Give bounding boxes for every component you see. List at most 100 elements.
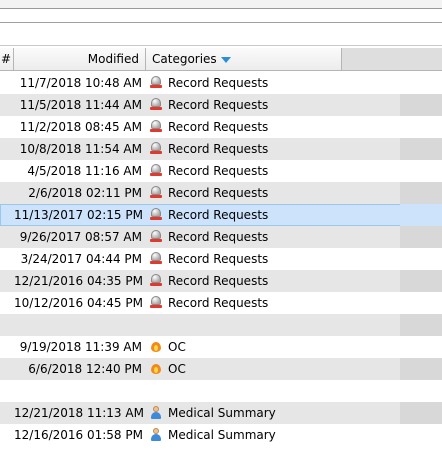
person-icon <box>150 428 162 441</box>
category-cell: Record Requests <box>150 72 400 94</box>
group-separator-row <box>0 380 442 402</box>
record-icon <box>150 120 162 133</box>
modified-cell: 12/21/2016 04:35 PM <box>14 274 143 288</box>
extra-cell <box>400 204 442 226</box>
table-row[interactable]: 9/26/2017 08:57 AM Record Requests <box>0 226 442 248</box>
modified-cell: 11/7/2018 10:48 AM <box>19 76 142 90</box>
extra-cell <box>400 380 442 402</box>
category-cell: Record Requests <box>150 182 400 204</box>
extra-cell <box>400 336 442 358</box>
column-header-categories-label: Categories <box>152 52 217 66</box>
category-cell: OC <box>150 336 400 358</box>
column-header-number[interactable]: # <box>0 48 14 70</box>
modified-cell: 12/16/2016 01:58 PM <box>14 428 143 442</box>
modified-cell: 4/5/2018 11:16 AM <box>27 164 142 178</box>
table-row[interactable]: 9/19/2018 11:39 AM OC <box>0 336 442 358</box>
extra-cell <box>400 226 442 248</box>
modified-cell: 6/6/2018 12:40 PM <box>28 362 142 376</box>
table-row[interactable]: 10/8/2018 11:54 AM Record Requests <box>0 138 442 160</box>
modified-cell: 12/21/2018 11:13 AM <box>14 406 144 420</box>
table-row[interactable]: 12/21/2018 11:13 AM Medical Summary <box>0 402 442 424</box>
modified-cell: 10/12/2016 04:45 PM <box>14 296 143 310</box>
modified-cell: 3/24/2017 04:44 PM <box>20 252 142 266</box>
extra-cell <box>400 402 442 424</box>
category-label: Record Requests <box>168 120 269 134</box>
column-header-modified[interactable]: Modified <box>14 48 146 70</box>
category-cell: Record Requests <box>150 292 400 314</box>
record-icon <box>150 76 162 89</box>
table-row[interactable]: 10/12/2016 04:45 PM Record Requests <box>0 292 442 314</box>
category-label: Record Requests <box>168 186 269 200</box>
record-icon <box>150 208 162 221</box>
message-list: 11/7/2018 10:48 AM Record Requests 11/5/20… <box>0 72 442 446</box>
modified-cell: 10/8/2018 11:54 AM <box>19 142 142 156</box>
modified-cell: 11/2/2018 08:45 AM <box>19 120 142 134</box>
modified-cell: 2/6/2018 02:11 PM <box>28 186 142 200</box>
sort-descending-icon <box>220 56 231 63</box>
table-row[interactable]: 11/2/2018 08:45 AM Record Requests <box>0 116 442 138</box>
modified-cell: 9/26/2017 08:57 AM <box>19 230 142 244</box>
category-cell: Medical Summary <box>150 424 400 446</box>
extra-cell <box>400 94 442 116</box>
category-label: Record Requests <box>168 164 269 178</box>
extra-cell <box>400 138 442 160</box>
category-label: Record Requests <box>168 142 269 156</box>
modified-cell: 9/19/2018 11:39 AM <box>19 340 142 354</box>
record-icon <box>150 296 162 309</box>
category-cell: Medical Summary <box>150 402 400 424</box>
person-icon <box>150 406 162 419</box>
record-icon <box>150 230 162 243</box>
category-label: OC <box>168 362 186 376</box>
table-row[interactable]: 6/6/2018 12:40 PM OC <box>0 358 442 380</box>
category-label: Record Requests <box>168 230 269 244</box>
modified-cell: 11/5/2018 11:44 AM <box>19 98 142 112</box>
extra-cell <box>400 292 442 314</box>
table-row[interactable]: 11/5/2018 11:44 AM Record Requests <box>0 94 442 116</box>
category-cell: Record Requests <box>150 160 400 182</box>
category-label: Record Requests <box>168 98 269 112</box>
toolbar-strip <box>0 0 442 9</box>
extra-cell <box>400 270 442 292</box>
record-icon <box>150 98 162 111</box>
category-cell: Record Requests <box>150 226 400 248</box>
table-row[interactable]: 11/7/2018 10:48 AM Record Requests <box>0 72 442 94</box>
filter-bar <box>0 22 442 46</box>
category-label: Medical Summary <box>168 428 276 442</box>
table-row[interactable]: 2/6/2018 02:11 PM Record Requests <box>0 182 442 204</box>
table-row[interactable]: 12/21/2016 04:35 PM Record Requests <box>0 270 442 292</box>
extra-cell <box>400 160 442 182</box>
category-cell: Record Requests <box>150 204 400 226</box>
extra-cell <box>400 116 442 138</box>
record-icon <box>150 274 162 287</box>
category-cell: Record Requests <box>150 138 400 160</box>
category-cell: Record Requests <box>150 248 400 270</box>
column-header-categories[interactable]: Categories <box>146 48 342 70</box>
category-label: Record Requests <box>168 252 269 266</box>
category-label: Record Requests <box>168 208 269 222</box>
extra-cell <box>400 248 442 270</box>
table-row[interactable]: 4/5/2018 11:16 AM Record Requests <box>0 160 442 182</box>
extra-cell <box>400 314 442 336</box>
category-label: OC <box>168 340 186 354</box>
column-header-row: # Modified Categories <box>0 48 442 71</box>
table-row[interactable]: 12/16/2016 01:58 PM Medical Summary <box>0 424 442 446</box>
record-icon <box>150 186 162 199</box>
category-label: Record Requests <box>168 274 269 288</box>
record-icon <box>150 164 162 177</box>
extra-cell <box>400 424 442 446</box>
category-label: Record Requests <box>168 76 269 90</box>
category-label: Medical Summary <box>168 406 276 420</box>
category-cell: OC <box>150 358 400 380</box>
column-header-filler <box>342 48 442 70</box>
extra-cell <box>400 72 442 94</box>
record-icon <box>150 252 162 265</box>
category-label: Record Requests <box>168 296 269 310</box>
extra-cell <box>400 182 442 204</box>
table-row[interactable]: 3/24/2017 04:44 PM Record Requests <box>0 248 442 270</box>
table-row[interactable]: 11/13/2017 02:15 PM Record Requests <box>0 204 442 226</box>
category-cell: Record Requests <box>150 116 400 138</box>
record-icon <box>150 142 162 155</box>
flame-icon <box>150 362 162 375</box>
flame-icon <box>150 340 162 353</box>
modified-cell: 11/13/2017 02:15 PM <box>14 208 143 222</box>
